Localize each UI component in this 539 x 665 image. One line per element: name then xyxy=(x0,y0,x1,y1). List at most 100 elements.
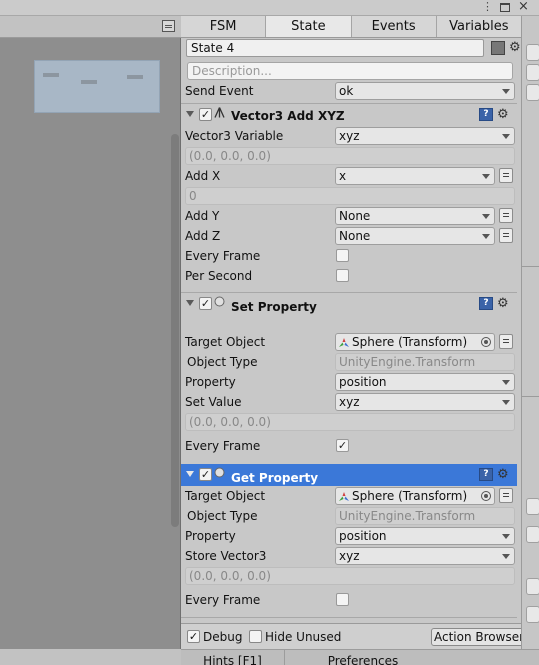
variable-toggle-button[interactable] xyxy=(499,228,513,243)
context-menu-icon[interactable] xyxy=(162,20,175,32)
help-icon[interactable]: ? xyxy=(479,297,493,310)
fold-arrow-icon[interactable] xyxy=(186,471,194,477)
close-icon[interactable]: × xyxy=(518,0,529,15)
fold-arrow-icon[interactable] xyxy=(186,300,194,306)
graph-scrollbar[interactable] xyxy=(171,134,179,527)
every-frame-checkbox[interactable] xyxy=(336,249,349,262)
help-icon[interactable]: ? xyxy=(479,108,493,121)
help-icon[interactable]: ? xyxy=(479,468,493,481)
variable-toggle-button[interactable] xyxy=(499,208,513,223)
state-color-swatch[interactable] xyxy=(491,41,505,55)
kebab-menu-icon[interactable]: ⋮ xyxy=(482,0,493,16)
graph-toolbar xyxy=(0,16,181,38)
action-header-set-property[interactable]: ✓ Set Property ? ⚙ xyxy=(181,292,517,314)
graph-view[interactable] xyxy=(0,16,181,649)
add-y-dropdown[interactable]: None xyxy=(335,207,495,225)
right-field[interactable] xyxy=(526,606,539,623)
per-second-row: Per Second xyxy=(181,266,517,286)
right-field[interactable] xyxy=(526,44,539,61)
set-value-value: xyz xyxy=(339,395,360,409)
variable-toggle-button[interactable] xyxy=(499,334,513,349)
right-field[interactable] xyxy=(526,578,539,595)
set-object-type-row: Object Type UnityEngine.Transform xyxy=(181,352,517,372)
gear-icon[interactable]: ⚙ xyxy=(497,107,509,122)
every-frame-row: Every Frame xyxy=(181,246,517,266)
send-event-dropdown[interactable]: ok xyxy=(335,82,515,100)
object-picker-icon[interactable] xyxy=(481,491,491,501)
description-field[interactable]: Description... xyxy=(187,62,513,80)
tab-variables[interactable]: Variables xyxy=(436,16,521,37)
vector3-variable-label: Vector3 Variable xyxy=(185,129,284,143)
per-second-checkbox[interactable] xyxy=(336,269,349,282)
target-object-value: Sphere (Transform) xyxy=(352,335,468,349)
gear-icon[interactable]: ⚙ xyxy=(497,467,509,482)
right-field[interactable] xyxy=(526,64,539,81)
tab-events[interactable]: Events xyxy=(351,16,437,37)
action-enabled-checkbox[interactable]: ✓ xyxy=(199,468,212,481)
property-value: position xyxy=(339,529,387,543)
tab-fsm[interactable]: FSM xyxy=(181,16,267,37)
fold-arrow-icon[interactable] xyxy=(186,111,194,117)
store-vector3-dropdown[interactable]: xyz xyxy=(335,547,515,565)
action-browser-button[interactable]: Action Browser xyxy=(431,628,527,646)
vector3-action-icon xyxy=(214,107,225,118)
per-second-label: Per Second xyxy=(185,269,253,283)
vector3-preview-field: (0.0, 0.0, 0.0) xyxy=(185,147,515,165)
variable-toggle-button[interactable] xyxy=(499,488,513,503)
property-label: Property xyxy=(185,375,236,389)
set-value-preview-row: (0.0, 0.0, 0.0) xyxy=(181,412,517,432)
bottom-toolbar: Hints [F1] Preferences xyxy=(181,649,539,665)
right-field[interactable] xyxy=(526,526,539,543)
maximize-icon[interactable] xyxy=(500,3,510,12)
property-value: position xyxy=(339,375,387,389)
object-type-field: UnityEngine.Transform xyxy=(335,507,515,525)
set-value-dropdown[interactable]: xyz xyxy=(335,393,515,411)
property-dropdown[interactable]: position xyxy=(335,527,515,545)
tab-state[interactable]: State xyxy=(266,16,352,37)
right-field[interactable] xyxy=(526,498,539,515)
object-type-label: Object Type xyxy=(187,355,258,369)
add-x-preview-row: 0 xyxy=(181,186,517,206)
store-vector3-row: Store Vector3 xyz xyxy=(181,546,517,566)
every-frame-checkbox[interactable] xyxy=(336,593,349,606)
action-enabled-checkbox[interactable]: ✓ xyxy=(199,108,212,121)
set-property-row: Property position xyxy=(181,372,517,392)
state-name-field[interactable]: State 4 xyxy=(186,39,484,57)
chevron-down-icon xyxy=(502,89,510,94)
target-object-field[interactable]: Sphere (Transform) xyxy=(335,333,495,351)
preferences-button[interactable]: Preferences xyxy=(285,650,441,665)
hide-unused-checkbox[interactable] xyxy=(249,630,262,643)
set-value-row: Set Value xyz xyxy=(181,392,517,412)
action-enabled-checkbox[interactable]: ✓ xyxy=(199,297,212,310)
hints-button[interactable]: Hints [F1] xyxy=(181,650,285,665)
add-z-value: None xyxy=(339,229,371,243)
transform-icon xyxy=(339,492,349,501)
gear-icon[interactable]: ⚙ xyxy=(497,296,509,311)
right-field[interactable] xyxy=(526,84,539,101)
send-event-label: Send Event xyxy=(185,84,254,98)
action-header-get-property[interactable]: ✓ Get Property ? ⚙ xyxy=(181,464,517,486)
inspector-footer: ✓ Debug Hide Unused Action Browser xyxy=(181,623,527,649)
variable-toggle-button[interactable] xyxy=(499,168,513,183)
actions-list: Send Event ok ✓ Vector3 Add XYZ ? ⚙ Vect… xyxy=(181,82,517,623)
add-y-label: Add Y xyxy=(185,209,220,223)
chevron-down-icon xyxy=(502,400,510,405)
property-dropdown[interactable]: position xyxy=(335,373,515,391)
action-header-vector3-add-xyz[interactable]: ✓ Vector3 Add XYZ ? ⚙ xyxy=(181,103,517,125)
action-title: Get Property xyxy=(231,471,319,485)
add-z-dropdown[interactable]: None xyxy=(335,227,495,245)
debug-checkbox[interactable]: ✓ xyxy=(187,630,200,643)
every-frame-label: Every Frame xyxy=(185,593,261,607)
vector3-preview-row: (0.0, 0.0, 0.0) xyxy=(181,146,517,166)
target-object-field[interactable]: Sphere (Transform) xyxy=(335,487,495,505)
minimap[interactable] xyxy=(34,60,160,113)
get-property-row: Property position xyxy=(181,526,517,546)
add-x-dropdown[interactable]: x xyxy=(335,167,495,185)
property-action-icon xyxy=(214,467,225,478)
vector3-variable-dropdown[interactable]: xyz xyxy=(335,127,515,145)
gear-icon[interactable]: ⚙ xyxy=(509,41,521,54)
every-frame-checkbox[interactable]: ✓ xyxy=(336,439,349,452)
object-picker-icon[interactable] xyxy=(481,337,491,347)
vector3-variable-value: xyz xyxy=(339,129,360,143)
set-every-frame-row: Every Frame ✓ xyxy=(181,436,517,456)
